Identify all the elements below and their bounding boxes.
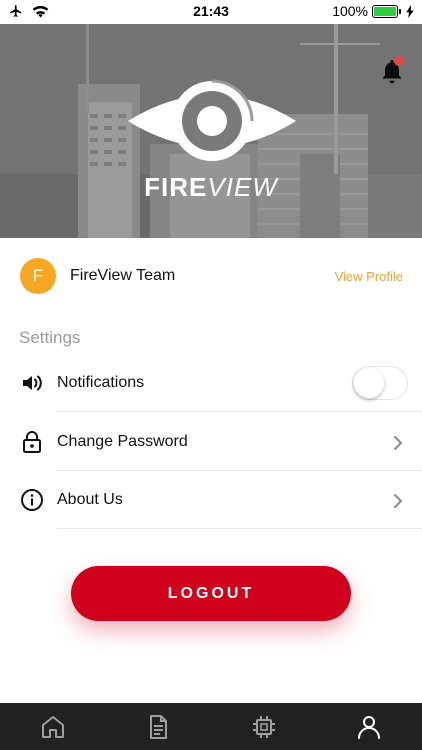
home-icon: [41, 715, 64, 738]
chevron-right-icon: [394, 494, 403, 508]
tab-devices[interactable]: [211, 703, 317, 750]
change-password-label: Change Password: [57, 433, 188, 450]
tab-documents[interactable]: [106, 703, 212, 750]
team-name: FireView Team: [70, 267, 176, 284]
view-profile-link[interactable]: View Profile: [335, 269, 403, 284]
hero-banner: FIREVIEW: [0, 24, 422, 238]
settings-item-notifications[interactable]: Notifications: [0, 354, 422, 412]
settings-item-about-us[interactable]: About Us: [0, 471, 422, 529]
about-us-label: About Us: [57, 491, 123, 508]
status-bar: 21:43 100%: [0, 0, 422, 24]
info-icon: [21, 489, 43, 511]
tab-profile[interactable]: [317, 703, 422, 750]
divider: [57, 528, 422, 529]
brand-light-text: VIEW: [207, 172, 278, 202]
notification-badge: [394, 56, 404, 66]
fireview-logo: [128, 79, 296, 161]
document-icon: [150, 714, 168, 739]
logout-button[interactable]: LOGOUT: [71, 566, 351, 621]
toggle-knob: [354, 368, 384, 398]
battery-percent: 100%: [332, 3, 368, 19]
chevron-right-icon: [394, 436, 403, 450]
settings-section-title: Settings: [19, 328, 81, 347]
profile-row: F FireView Team View Profile: [0, 238, 422, 314]
divider: [57, 411, 422, 412]
notifications-label: Notifications: [57, 374, 145, 391]
brand-wordmark: FIREVIEW: [0, 172, 422, 203]
settings-item-change-password[interactable]: Change Password: [0, 413, 422, 471]
avatar: F: [20, 258, 56, 294]
notifications-toggle[interactable]: [352, 366, 408, 400]
chip-icon: [252, 715, 275, 738]
battery-icon: [372, 4, 401, 18]
lock-icon: [23, 431, 41, 453]
charging-bolt-icon: [406, 4, 414, 18]
brand-bold-text: FIRE: [144, 172, 208, 202]
status-right: 100%: [332, 3, 414, 19]
tab-home[interactable]: [0, 703, 106, 750]
user-icon: [358, 715, 381, 739]
bottom-tab-bar: [0, 703, 422, 750]
speaker-icon: [23, 375, 42, 391]
